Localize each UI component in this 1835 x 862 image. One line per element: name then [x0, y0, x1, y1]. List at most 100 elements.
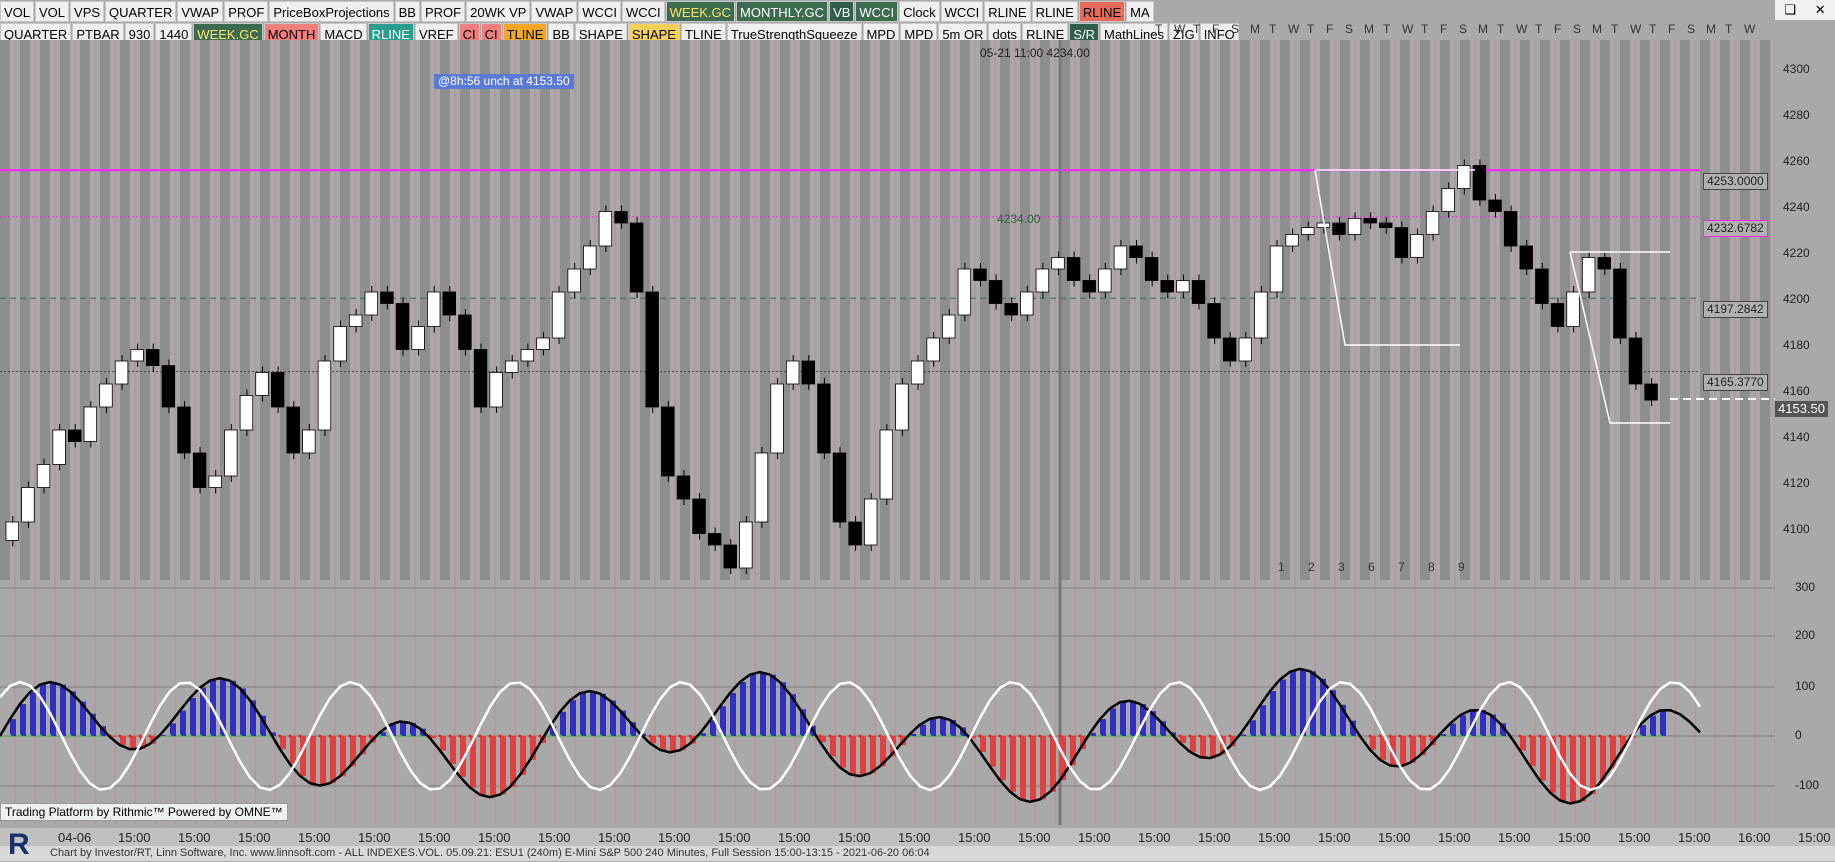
toolbar-button-wcci[interactable]: WCCI: [578, 1, 621, 22]
restore-icon[interactable]: ❑: [1784, 2, 1796, 18]
toolbar-button-vwap[interactable]: VWAP: [177, 1, 223, 22]
zero-dot: [479, 735, 482, 738]
candle-body: [68, 430, 81, 442]
candle-body: [240, 396, 253, 431]
zero-dot: [919, 735, 922, 738]
day-tick: S: [1231, 22, 1239, 36]
osc-tick: 200: [1795, 628, 1815, 642]
toolbar-button-vps[interactable]: VPS: [70, 1, 104, 22]
candle-body: [833, 453, 846, 522]
zero-dot: [1429, 735, 1432, 738]
histogram-bar: [1130, 701, 1136, 736]
candle-body: [349, 315, 362, 327]
candle-body: [1426, 212, 1439, 235]
zero-dot: [629, 735, 632, 738]
toolbar-button-wcci[interactable]: WCCI: [941, 1, 984, 22]
candle-body: [1036, 269, 1049, 292]
toolbar-button-vol[interactable]: VOL: [0, 1, 34, 22]
histogram-bar: [670, 736, 676, 752]
zero-dot: [419, 735, 422, 738]
time-tick: 15:00: [1558, 830, 1591, 845]
day-tick: T: [1611, 22, 1618, 36]
candle-body: [1333, 223, 1346, 235]
mid-label: 4234.00: [997, 212, 1040, 226]
toolbar-button-rline[interactable]: RLINE: [1032, 1, 1078, 22]
price-chart[interactable]: [0, 40, 1775, 580]
toolbar-button-vwap[interactable]: VWAP: [531, 1, 577, 22]
histogram-bar: [1530, 736, 1536, 766]
histogram-bar: [1460, 715, 1466, 736]
candle-body: [6, 522, 19, 540]
time-tick: 15:00: [1078, 830, 1111, 845]
zero-dot: [1569, 735, 1572, 738]
toolbar-button-prof[interactable]: PROF: [224, 1, 268, 22]
histogram-bar: [850, 736, 856, 774]
zero-dot: [1529, 735, 1532, 738]
level-label-1: 4253.0000: [1703, 173, 1768, 190]
histogram-bar: [1190, 736, 1196, 752]
toolbar-button-wcci[interactable]: WCCI: [622, 1, 665, 22]
histogram-bar: [1270, 691, 1276, 736]
toolbar-button-quarter[interactable]: QUARTER: [105, 1, 176, 22]
count-number: 3: [1338, 560, 1345, 574]
session-band: [900, 40, 910, 580]
zero-dot: [1479, 735, 1482, 738]
histogram-bar: [1590, 736, 1596, 794]
zero-dot: [1099, 735, 1102, 738]
toolbar-button-prof[interactable]: PROF: [421, 1, 465, 22]
zero-dot: [1349, 735, 1352, 738]
candle-body: [1177, 281, 1190, 293]
session-band: [800, 40, 810, 580]
toolbar-button-vb[interactable]: VB: [829, 1, 854, 22]
histogram-bar: [760, 672, 766, 736]
histogram-bar: [940, 717, 946, 736]
zero-dot: [599, 735, 602, 738]
histogram-bar: [1030, 736, 1036, 802]
session-band: [480, 40, 490, 580]
zero-dot: [1539, 735, 1542, 738]
zero-dot: [1619, 735, 1622, 738]
toolbar-button-week-gc[interactable]: WEEK.GC: [666, 1, 735, 22]
price-tick: 4260: [1783, 154, 1810, 168]
day-tick: T: [1155, 22, 1162, 36]
zero-dot: [99, 735, 102, 738]
toolbar-button-clock[interactable]: Clock: [899, 1, 940, 22]
toolbar-button-priceboxprojections[interactable]: PriceBoxProjections: [269, 1, 393, 22]
day-tick: S: [1345, 22, 1353, 36]
histogram-bar: [660, 736, 666, 750]
zero-dot: [569, 735, 572, 738]
toolbar-button-20wk-vp[interactable]: 20WK VP: [466, 1, 530, 22]
toolbar-button-bb[interactable]: BB: [395, 1, 420, 22]
candle-body: [1255, 292, 1268, 338]
candle-body: [537, 338, 550, 350]
day-tick: T: [1193, 22, 1200, 36]
oscillator-panel[interactable]: [0, 580, 1775, 825]
time-tick: 16:00: [1738, 830, 1771, 845]
window-controls[interactable]: ❑✕: [1775, 0, 1835, 20]
zero-dot: [1339, 735, 1342, 738]
histogram-bar: [1120, 702, 1126, 736]
close-icon[interactable]: ✕: [1815, 2, 1826, 18]
toolbar-button-monthly-gc[interactable]: MONTHLY.GC: [736, 1, 828, 22]
candle-body: [1130, 246, 1143, 258]
zero-dot: [789, 735, 792, 738]
zero-dot: [1039, 735, 1042, 738]
day-tick: W: [1744, 22, 1755, 36]
candle-body: [864, 499, 877, 545]
toolbar-button-ma[interactable]: MA: [1126, 1, 1154, 22]
toolbar-button-wcci[interactable]: WCCI: [855, 1, 898, 22]
candle-body: [1020, 292, 1033, 315]
session-band: [380, 40, 390, 580]
day-tick: F: [1668, 22, 1675, 36]
zero-dot: [239, 735, 242, 738]
day-tick: W: [1516, 22, 1527, 36]
toolbar-button-rline[interactable]: RLINE: [984, 1, 1030, 22]
toolbar-button-rline[interactable]: RLINE: [1079, 1, 1125, 22]
zero-dot: [679, 735, 682, 738]
candle-body: [271, 373, 284, 408]
session-band: [720, 40, 730, 580]
toolbar-button-vol[interactable]: VOL: [35, 1, 69, 22]
session-band: [40, 40, 50, 580]
histogram-bar: [560, 712, 566, 736]
session-band: [1040, 40, 1050, 580]
